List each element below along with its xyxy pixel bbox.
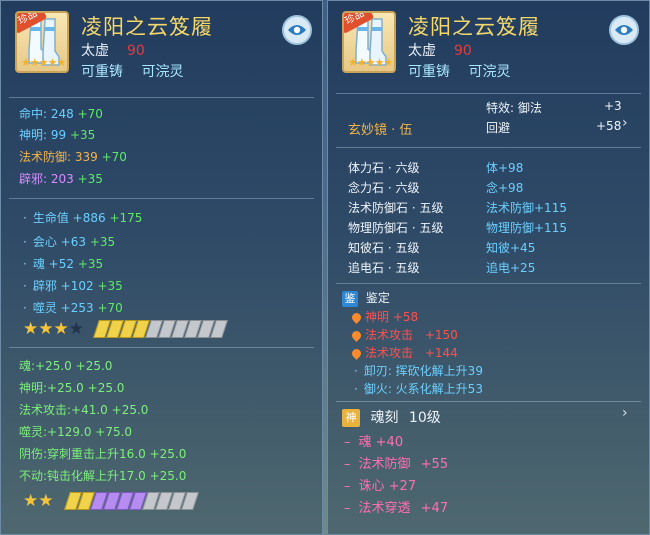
item-icon: 珍品 ★★★★★ bbox=[15, 11, 69, 73]
dodge-amount: +58 bbox=[596, 119, 622, 133]
flame-icon bbox=[350, 347, 363, 360]
gem-bar bbox=[93, 319, 228, 339]
star-rating-row: ★★★★ bbox=[23, 319, 228, 339]
gem-stone-effect: 法术防御+115 bbox=[486, 201, 567, 215]
gem-stone-effect: 念+98 bbox=[486, 181, 524, 195]
divider bbox=[9, 97, 314, 98]
extra-stat-row: · 会心 +63 +35 bbox=[23, 235, 116, 249]
trait-recast: 可重铸 bbox=[81, 64, 123, 80]
stat-row: 法术防御: 339 +70 bbox=[19, 150, 127, 164]
item-name: 凌阳之云笈履 bbox=[408, 15, 540, 39]
soul-level: 10级 bbox=[408, 410, 441, 426]
gem-stone-name: 追电石 · 五级 bbox=[348, 261, 420, 275]
gem-stone-name: 念力石 · 六级 bbox=[348, 181, 420, 195]
soul-line: – 魂 +40 bbox=[344, 435, 404, 450]
extra-stat-row: · 噬灵 +253 +70 bbox=[23, 301, 123, 315]
gem-stone-effect: 知彼+45 bbox=[486, 241, 536, 255]
soul-title: 魂刻 bbox=[370, 410, 399, 426]
appraise-subline: · 卸刃: 挥砍化解上升39 bbox=[354, 364, 483, 378]
star-icon: ★★★ bbox=[23, 319, 69, 339]
item-grade: 太虚 90 bbox=[81, 40, 145, 60]
chevron-right-icon[interactable]: › bbox=[622, 405, 628, 421]
gem-stone-name: 知彼石 · 五级 bbox=[348, 241, 420, 255]
divider bbox=[9, 347, 314, 348]
soul-line: – 法术防御 +55 bbox=[344, 457, 449, 472]
item-tooltip-right: 珍品 ★★★★★ 凌阳之云笈履 太虚 90 可重铸 可浣灵 特效: 御法 +3 回… bbox=[327, 0, 650, 535]
stat-row: 辟邪: 203 +35 bbox=[19, 172, 103, 186]
soul-line: – 法术穿透 +47 bbox=[344, 501, 449, 516]
extra-stat-row: · 魂 +52 +35 bbox=[23, 257, 104, 271]
gem-stone-name: 法术防御石 · 五级 bbox=[348, 201, 444, 215]
gem-bar bbox=[64, 491, 200, 511]
chevron-right-icon[interactable]: › bbox=[622, 115, 628, 131]
flame-icon bbox=[350, 329, 363, 342]
item-header: 珍品 ★★★★★ 凌阳之云笈履 太虚 90 可重铸 可浣灵 bbox=[1, 1, 322, 97]
view-toggle-button[interactable] bbox=[282, 15, 312, 45]
refine-stat-row: 魂:+25.0 +25.0 bbox=[19, 359, 113, 373]
item-grade: 太虚 90 bbox=[408, 43, 472, 59]
soul-badge: 神 bbox=[342, 409, 360, 427]
item-icon: 珍品 ★★★★★ bbox=[342, 11, 396, 73]
appraise-title: 鉴定 bbox=[365, 291, 390, 305]
divider bbox=[336, 147, 641, 148]
gem-stone-effect: 追电+25 bbox=[486, 261, 536, 275]
eye-icon bbox=[615, 25, 633, 35]
appraise-line: 神明 +58 bbox=[350, 308, 418, 325]
appraise-line: 法术攻击 +144 bbox=[350, 344, 458, 361]
gem-stone-name: 物理防御石 · 五级 bbox=[348, 221, 444, 235]
refine-stat-row: 不动:钝击化解上升17.0 +25.0 bbox=[19, 469, 187, 483]
item-tooltip-left: 珍品 ★★★★★ 凌阳之云笈履 太虚 90 可重铸 可浣灵 命中: 248 +70… bbox=[0, 0, 323, 535]
flame-icon bbox=[350, 311, 363, 324]
extra-stat-row: · 辟邪 +102 +35 bbox=[23, 279, 123, 293]
stat-row: 神明: 99 +35 bbox=[19, 128, 96, 142]
mirror-label: 玄妙镜 · 伍 bbox=[348, 123, 413, 138]
item-level: 90 bbox=[127, 43, 145, 59]
empty-star-icon: ★ bbox=[68, 319, 84, 339]
item-stars: ★★★★★ bbox=[21, 56, 66, 69]
refine-stat-row: 神明:+25.0 +25.0 bbox=[19, 381, 125, 395]
divider bbox=[336, 283, 641, 284]
gem-stone-effect: 体+98 bbox=[486, 161, 524, 175]
soul-line: – 诛心 +27 bbox=[344, 479, 417, 494]
item-traits: 可重铸 可浣灵 bbox=[81, 61, 197, 81]
extra-stat-row: · 生命值 +886 +175 bbox=[23, 211, 143, 225]
stat-row: 命中: 248 +70 bbox=[19, 107, 103, 121]
item-header: 珍品 ★★★★★ 凌阳之云笈履 太虚 90 可重铸 可浣灵 bbox=[328, 1, 649, 97]
divider bbox=[336, 401, 641, 402]
appraise-subline: · 御火: 火系化解上升53 bbox=[354, 382, 483, 396]
view-toggle-button[interactable] bbox=[609, 15, 639, 45]
divider bbox=[9, 198, 314, 199]
item-traits: 可重铸 可浣灵 bbox=[408, 64, 511, 80]
grade-label: 太虚 bbox=[81, 43, 109, 59]
eye-icon bbox=[288, 25, 306, 35]
special-effect-amount: +3 bbox=[604, 99, 622, 113]
gem-stone-name: 体力石 · 六级 bbox=[348, 161, 420, 175]
star-rating-row: ★★ bbox=[23, 491, 200, 511]
appraise-badge: 鉴 bbox=[342, 290, 358, 307]
item-stars: ★★★★★ bbox=[348, 56, 393, 69]
appraise-line: 法术攻击 +150 bbox=[350, 326, 458, 343]
refine-stat-row: 噬灵:+129.0 +75.0 bbox=[19, 425, 133, 439]
refine-stat-row: 法术攻击:+41.0 +25.0 bbox=[19, 403, 149, 417]
gem-stone-effect: 物理防御+115 bbox=[486, 221, 567, 235]
appraise-header: 鉴 鉴定 bbox=[342, 289, 390, 307]
divider bbox=[336, 93, 641, 94]
refine-stat-row: 阴伤:穿刺重击上升16.0 +25.0 bbox=[19, 447, 187, 461]
soul-header: 神 魂刻 10级 bbox=[342, 407, 441, 427]
item-name: 凌阳之云笈履 bbox=[81, 15, 213, 39]
trait-wash: 可浣灵 bbox=[141, 64, 184, 80]
special-effect-label: 特效: 御法 bbox=[486, 101, 542, 115]
dodge-label: 回避 bbox=[486, 121, 511, 135]
star-icon: ★★ bbox=[23, 491, 54, 511]
